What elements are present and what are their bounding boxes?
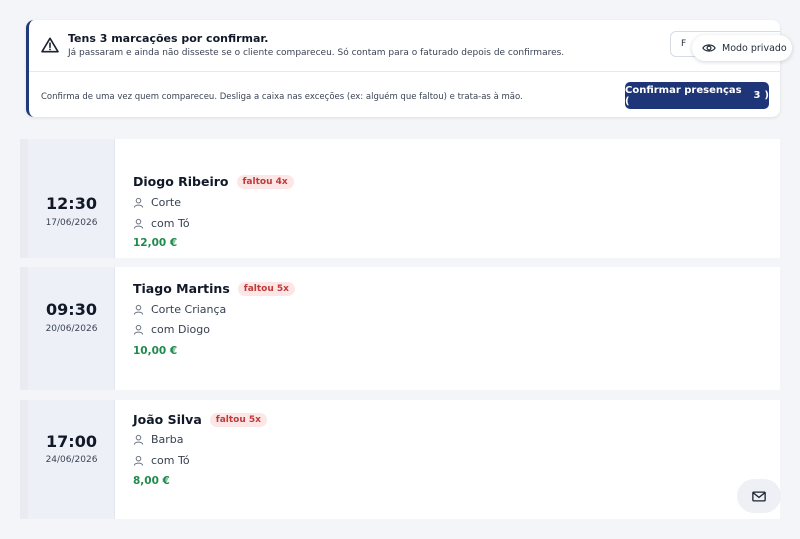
appointment-time: 09:30 (46, 300, 97, 319)
person-icon (133, 304, 144, 315)
no-show-badge: faltou 5x (209, 412, 267, 427)
filter-button-label: F (681, 39, 687, 49)
alert-footer: Confirma de uma vez quem compareceu. Des… (29, 72, 780, 117)
appointment-time: 12:30 (46, 194, 97, 213)
eye-icon (702, 44, 716, 52)
appointment-service: Corte Criança (133, 303, 226, 316)
message-button[interactable] (737, 479, 781, 513)
appointment-service: Corte (133, 196, 181, 209)
appointment-time-block: 17:00 24/06/2026 (28, 400, 115, 519)
appointment-date: 17/06/2026 (45, 218, 98, 228)
appointment-staff: com Diogo (133, 323, 210, 336)
appointment-time-block: 09:30 20/06/2026 (28, 267, 115, 390)
appointment-card[interactable]: 09:30 20/06/2026 Tiago Martins faltou 5x… (20, 267, 780, 390)
service-name: Barba (151, 433, 184, 446)
no-show-badge: faltou 5x (237, 281, 295, 296)
person-icon (133, 218, 144, 229)
alert-title: Tens 3 marcações por confirmar. (68, 32, 269, 45)
person-icon (133, 455, 144, 466)
private-mode-label: Modo privado (722, 42, 787, 54)
confirm-attendance-button[interactable]: Confirmar presenças ( 3 ) (625, 82, 769, 109)
client-name[interactable]: Diogo Ribeiro (133, 174, 229, 189)
appointment-card[interactable]: 17:00 24/06/2026 João Silva faltou 5x Ba… (20, 400, 780, 519)
staff-name: com Tó (151, 454, 190, 467)
person-icon (133, 197, 144, 208)
appointment-client: Diogo Ribeiro faltou 4x (133, 174, 294, 189)
appointment-time-block: 12:30 17/06/2026 (28, 139, 115, 258)
appointment-price: 12,00 € (133, 237, 178, 249)
confirm-attendance-close: ) (764, 90, 769, 101)
client-name[interactable]: João Silva (133, 412, 202, 427)
service-name: Corte (151, 196, 182, 209)
appointment-service: Barba (133, 433, 184, 446)
appointment-client: João Silva faltou 5x (133, 412, 267, 427)
warning-icon (41, 37, 59, 53)
client-name[interactable]: Tiago Martins (133, 281, 230, 296)
alert-header: Tens 3 marcações por confirmar. Já passa… (29, 20, 780, 72)
appointment-date: 24/06/2026 (45, 455, 98, 465)
appointment-price: 10,00 € (133, 345, 178, 357)
appointment-time: 17:00 (46, 432, 97, 451)
staff-name: com Diogo (151, 323, 210, 336)
appointment-staff: com Tó (133, 454, 190, 467)
confirm-attendance-count: 3 (753, 90, 761, 101)
private-mode-toggle[interactable]: Modo privado (692, 35, 792, 61)
appointment-price: 8,00 € (133, 475, 170, 487)
person-icon (133, 434, 144, 445)
appointment-card[interactable]: 12:30 17/06/2026 Diogo Ribeiro faltou 4x… (20, 139, 780, 258)
person-icon (133, 324, 144, 335)
alert-hint: Confirma de uma vez quem compareceu. Des… (41, 92, 523, 102)
staff-name: com Tó (151, 217, 190, 230)
appointment-date: 20/06/2026 (45, 324, 98, 334)
appointment-staff: com Tó (133, 217, 190, 230)
no-show-badge: faltou 4x (236, 174, 294, 189)
confirm-attendance-label: Confirmar presenças ( (625, 84, 742, 107)
alert-description: Já passaram e ainda não disseste se o cl… (68, 48, 565, 58)
service-name: Corte Criança (151, 303, 227, 316)
appointment-client: Tiago Martins faltou 5x (133, 281, 295, 296)
pending-confirmations-alert: Tens 3 marcações por confirmar. Já passa… (26, 20, 780, 117)
mail-icon (752, 490, 766, 502)
